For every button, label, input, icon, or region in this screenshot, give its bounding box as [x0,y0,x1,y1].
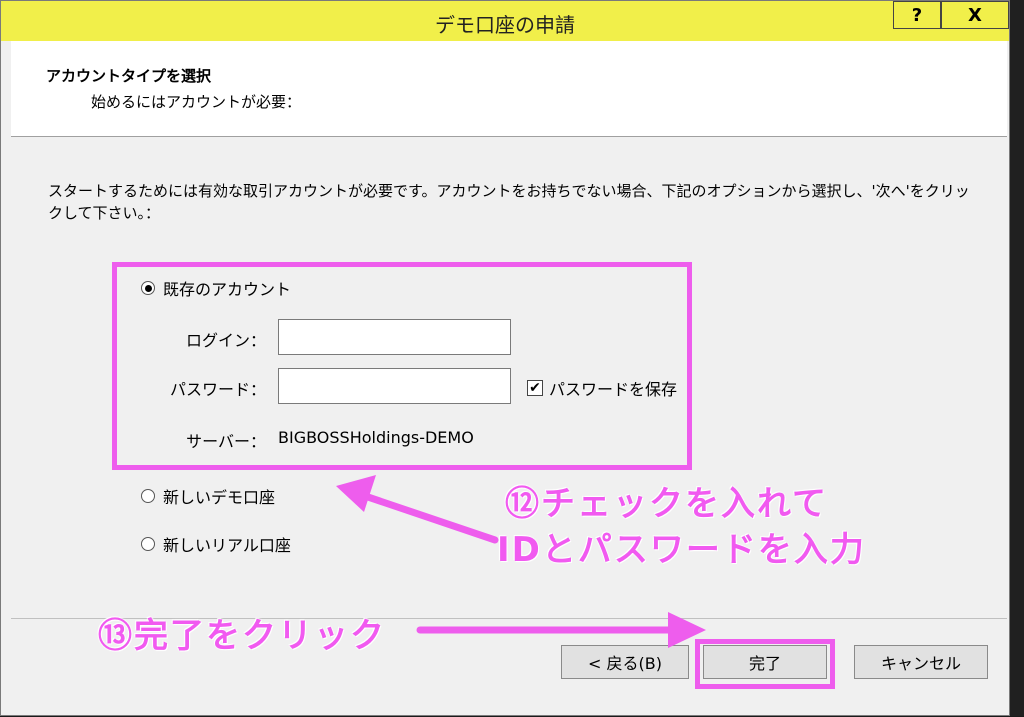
save-password-label: パスワードを保存 [549,380,678,399]
finish-button[interactable]: 完了 [703,645,827,679]
header-subtitle: 始めるにはアカウントが必要： [91,93,302,111]
new-real-radio[interactable] [141,537,155,551]
password-label: パスワード： [169,380,266,399]
save-password-option[interactable]: ✔ パスワードを保存 [527,376,677,400]
annotation-step12-line1: ⑫チェックを入れて [505,484,828,524]
server-label: サーバー： [186,432,266,451]
background-edge [1010,0,1024,716]
new-real-label: 新しいリアル口座 [163,536,291,555]
window-title: デモ口座の申請 [435,13,575,37]
existing-account-option[interactable]: 既存のアカウント [141,276,291,300]
password-input[interactable] [278,368,511,404]
header-panel: アカウントタイプを選択 始めるにはアカウントが必要： [11,41,1007,137]
existing-account-label: 既存のアカウント [163,280,292,299]
save-password-checkbox[interactable]: ✔ [527,380,543,396]
help-button[interactable]: ? [893,1,941,29]
close-button[interactable]: X [941,1,1009,29]
description-text: スタートするためには有効な取引アカウントが必要です。アカウントをお持ちでない場合… [48,182,970,222]
existing-account-radio[interactable] [141,281,155,295]
cancel-button[interactable]: キャンセル [854,645,988,679]
login-label: ログイン： [185,331,266,350]
new-demo-label: 新しいデモ口座 [163,488,276,507]
title-bar[interactable]: デモ口座の申請 ? X [1,1,1009,41]
header-title: アカウントタイプを選択 [46,67,212,85]
annotation-step12-line2: IDとパスワードを入力 [497,530,866,570]
new-demo-radio[interactable] [141,489,155,503]
login-input[interactable] [278,319,511,355]
new-real-option[interactable]: 新しいリアル口座 [141,532,291,556]
new-demo-option[interactable]: 新しいデモ口座 [141,484,275,508]
annotation-step13: ⑬完了をクリック [98,616,386,656]
server-value: BIGBOSSHoldings-DEMO [278,428,474,447]
back-button[interactable]: < 戻る(B) [561,645,689,679]
